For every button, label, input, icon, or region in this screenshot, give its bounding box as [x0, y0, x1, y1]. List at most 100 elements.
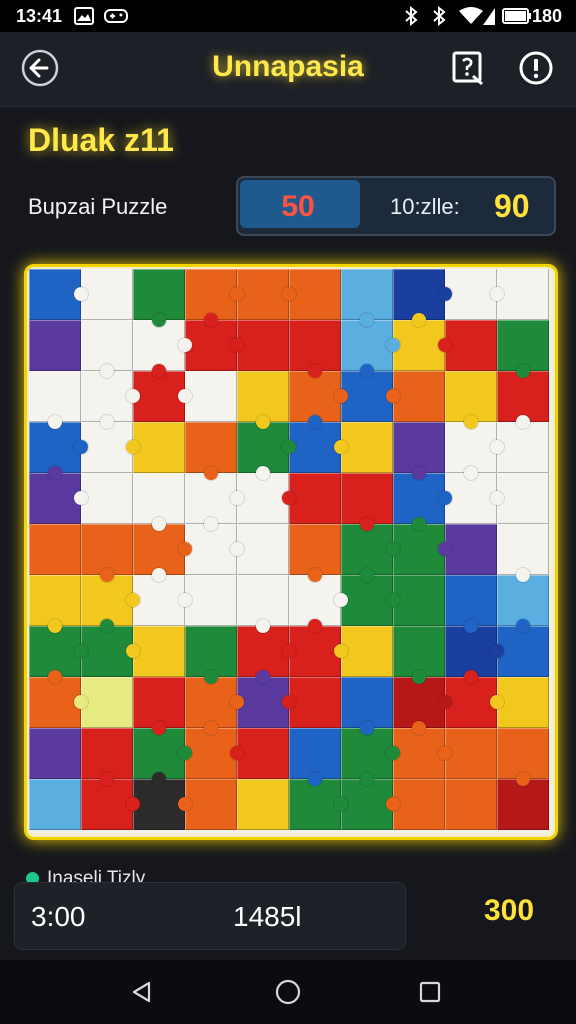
puzzle-piece[interactable] — [237, 371, 289, 429]
puzzle-piece[interactable] — [29, 575, 81, 633]
puzzle-piece[interactable] — [29, 524, 81, 575]
puzzle-piece-knob — [308, 364, 322, 378]
puzzle-piece-knob — [230, 695, 244, 709]
footer-panel: 3:00 1485l — [14, 882, 406, 950]
puzzle-piece[interactable] — [133, 269, 185, 327]
puzzle-piece-knob — [100, 415, 114, 429]
puzzle-piece-knob — [178, 338, 192, 352]
puzzle-piece[interactable] — [445, 575, 497, 633]
puzzle-piece[interactable] — [81, 524, 133, 582]
puzzle-piece[interactable] — [386, 779, 445, 830]
puzzle-piece-knob — [178, 593, 192, 607]
puzzle-piece-knob — [516, 415, 530, 429]
puzzle-piece[interactable] — [178, 575, 237, 626]
puzzle-piece-knob — [178, 542, 192, 556]
puzzle-piece[interactable] — [497, 320, 549, 378]
puzzle-piece[interactable] — [386, 575, 445, 626]
puzzle-piece[interactable] — [445, 371, 497, 429]
puzzle-piece[interactable] — [393, 422, 445, 480]
puzzle-piece[interactable] — [237, 779, 289, 830]
puzzle-piece[interactable] — [178, 371, 237, 422]
puzzle-piece-knob — [152, 772, 166, 786]
puzzle-piece[interactable] — [185, 422, 237, 480]
puzzle-piece[interactable] — [282, 677, 341, 728]
footer-score: 300 — [484, 894, 535, 927]
puzzle-piece-knob — [438, 746, 452, 760]
home-icon[interactable] — [270, 974, 306, 1010]
recents-icon[interactable] — [412, 974, 448, 1010]
puzzle-piece[interactable] — [438, 320, 497, 371]
puzzle-piece-knob — [438, 491, 452, 505]
puzzle-piece-knob — [282, 287, 296, 301]
puzzle-piece-knob — [256, 415, 270, 429]
puzzle-piece-knob — [282, 491, 296, 505]
puzzle-piece[interactable] — [237, 575, 289, 633]
puzzle-piece-knob — [204, 313, 218, 327]
puzzle-piece[interactable] — [230, 524, 289, 575]
puzzle-piece[interactable] — [126, 626, 185, 677]
puzzle-piece[interactable] — [393, 626, 445, 684]
back-icon[interactable] — [124, 974, 160, 1010]
puzzle-piece-knob — [152, 313, 166, 327]
puzzle-piece[interactable] — [133, 677, 185, 735]
puzzle-piece[interactable] — [230, 728, 289, 779]
puzzle-piece[interactable] — [126, 422, 185, 473]
puzzle-piece[interactable] — [74, 269, 133, 320]
puzzle-piece[interactable] — [185, 626, 237, 684]
puzzle-piece[interactable] — [81, 728, 133, 786]
puzzle-piece[interactable] — [29, 728, 81, 779]
puzzle-piece[interactable] — [497, 728, 549, 786]
puzzle-piece[interactable] — [490, 677, 549, 728]
puzzle-board-frame — [24, 264, 558, 840]
puzzle-piece-knob — [230, 338, 244, 352]
puzzle-piece[interactable] — [445, 779, 497, 830]
info-icon[interactable] — [514, 46, 558, 90]
gallery-icon — [74, 6, 94, 26]
status-bar: 13:41 180 — [0, 0, 576, 32]
puzzle-piece[interactable] — [29, 320, 81, 371]
puzzle-piece[interactable] — [334, 422, 393, 473]
puzzle-piece[interactable] — [29, 779, 81, 830]
puzzle-piece-knob — [464, 466, 478, 480]
puzzle-piece[interactable] — [497, 415, 549, 473]
puzzle-piece[interactable] — [282, 473, 341, 524]
puzzle-piece[interactable] — [490, 269, 549, 320]
hint-icon[interactable] — [446, 46, 490, 90]
puzzle-piece[interactable] — [230, 320, 289, 371]
puzzle-piece[interactable] — [81, 779, 140, 830]
puzzle-piece-knob — [74, 644, 88, 658]
puzzle-piece-knob — [386, 593, 400, 607]
puzzle-piece[interactable] — [386, 371, 445, 422]
puzzle-piece[interactable] — [438, 728, 497, 779]
puzzle-piece-knob — [360, 313, 374, 327]
status-time: 13:41 — [16, 6, 63, 26]
puzzle-piece[interactable] — [490, 473, 549, 524]
puzzle-piece[interactable] — [282, 269, 341, 320]
puzzle-piece[interactable] — [438, 524, 497, 575]
puzzle-piece[interactable] — [289, 728, 341, 786]
puzzle-piece[interactable] — [341, 473, 393, 531]
puzzle-piece-knob — [412, 517, 426, 531]
puzzle-piece-knob — [438, 338, 452, 352]
puzzle-piece[interactable] — [341, 677, 393, 735]
puzzle-piece-knob — [464, 619, 478, 633]
puzzle-piece[interactable] — [497, 779, 549, 830]
puzzle-piece[interactable] — [341, 269, 393, 327]
puzzle-piece[interactable] — [289, 779, 348, 830]
puzzle-piece[interactable] — [497, 619, 549, 677]
score-left-value: 50 — [281, 190, 315, 223]
puzzle-piece-knob — [282, 644, 296, 658]
puzzle-piece[interactable] — [29, 371, 81, 429]
puzzle-piece[interactable] — [289, 524, 341, 582]
puzzle-piece[interactable] — [81, 320, 133, 378]
puzzle-piece[interactable] — [133, 473, 185, 531]
puzzle-piece[interactable] — [74, 677, 133, 728]
puzzle-piece[interactable] — [497, 524, 549, 582]
app-bar: Unnapasia — [0, 32, 576, 107]
puzzle-piece[interactable] — [74, 473, 133, 524]
puzzle-piece[interactable] — [178, 779, 237, 830]
puzzle-piece[interactable] — [334, 626, 393, 677]
puzzle-piece-knob — [74, 440, 88, 454]
puzzle-piece[interactable] — [289, 320, 341, 378]
puzzle-piece-knob — [360, 721, 374, 735]
